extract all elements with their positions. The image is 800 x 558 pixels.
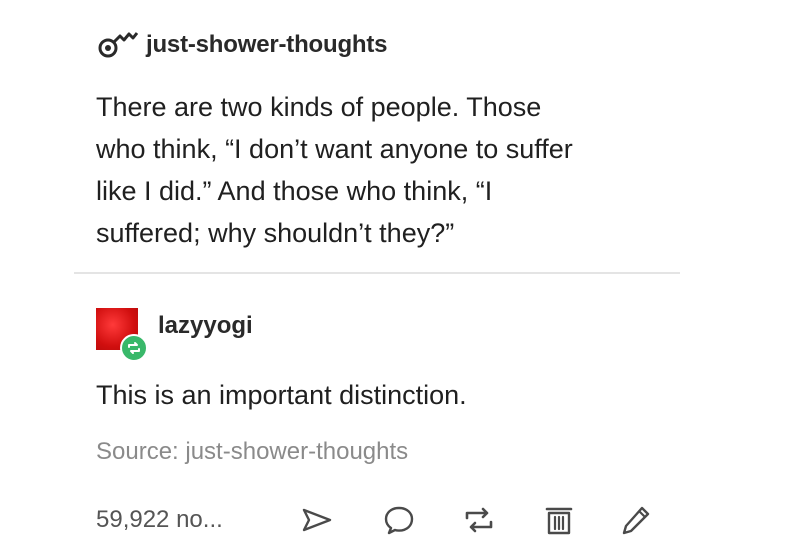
original-post-header: just-shower-thoughts bbox=[96, 28, 388, 62]
post-line: like I did.” And those who think, “I bbox=[96, 176, 493, 206]
original-post-body: There are two kinds of people. Those who… bbox=[96, 86, 696, 254]
source-link[interactable]: Source: just-shower-thoughts bbox=[96, 438, 408, 466]
post-line: suffered; why shouldn’t they?” bbox=[96, 218, 455, 248]
post-line: who think, “I don’t want anyone to suffe… bbox=[96, 134, 573, 164]
reblog-comment: This is an important distinction. bbox=[96, 380, 467, 410]
reblog-header: lazyyogi bbox=[96, 308, 253, 362]
original-username[interactable]: just-shower-thoughts bbox=[146, 31, 388, 59]
notes-count[interactable]: 59,922 no... bbox=[96, 506, 223, 534]
reblog-divider bbox=[74, 272, 680, 274]
reblog-icon[interactable] bbox=[462, 504, 496, 536]
post-footer: 59,922 no... bbox=[96, 496, 676, 544]
post-line: There are two kinds of people. Those bbox=[96, 92, 542, 122]
reply-icon[interactable] bbox=[382, 504, 416, 536]
avatar[interactable] bbox=[96, 308, 148, 362]
shower-head-icon bbox=[96, 28, 139, 62]
pencil-icon[interactable] bbox=[620, 504, 654, 536]
reblog-badge-icon bbox=[120, 334, 148, 362]
reblog-username[interactable]: lazyyogi bbox=[158, 312, 253, 340]
share-icon[interactable] bbox=[300, 504, 334, 536]
tumblr-post: just-shower-thoughts There are two kinds… bbox=[0, 0, 800, 558]
trash-icon[interactable] bbox=[542, 504, 576, 536]
